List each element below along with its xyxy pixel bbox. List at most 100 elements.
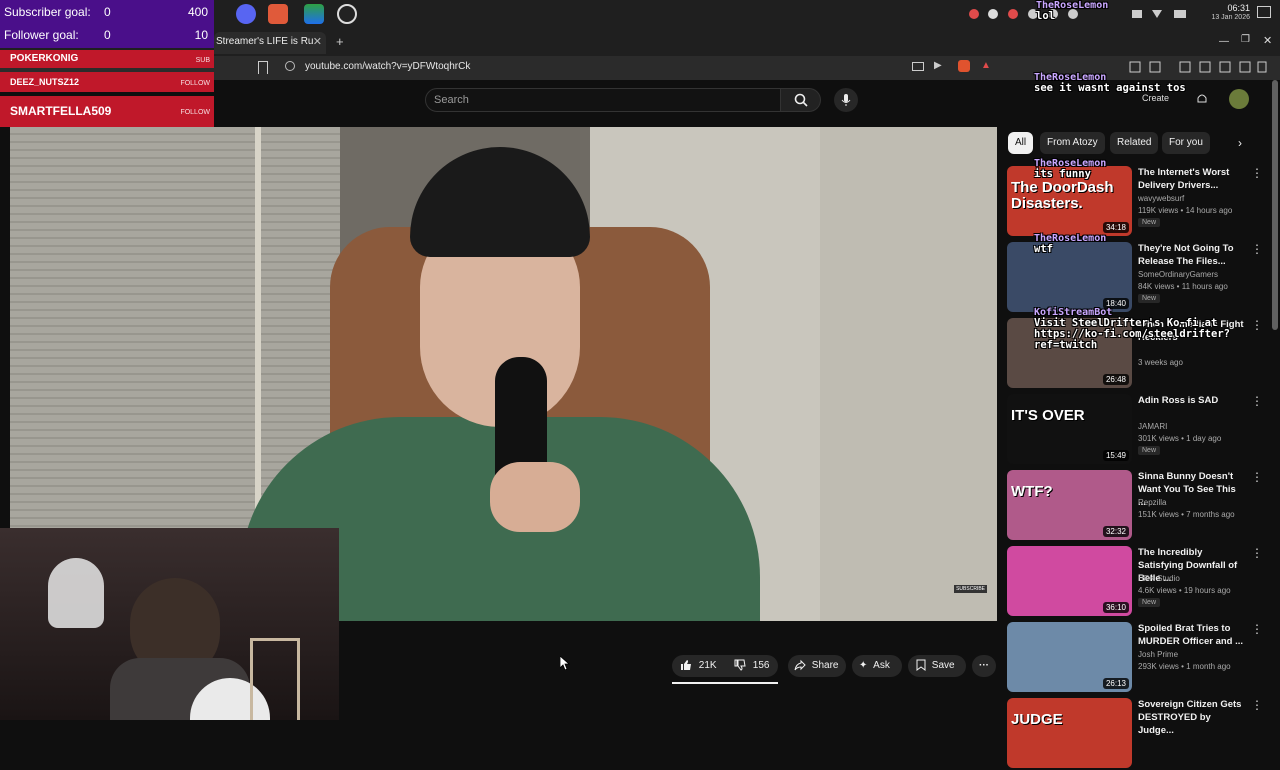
like-dislike-group: 21K 156 <box>672 655 778 677</box>
chip-for-you[interactable]: For you <box>1162 132 1210 154</box>
channel-name[interactable]: Repzilla <box>1138 498 1166 507</box>
goal-target: 400 <box>187 5 208 19</box>
url-field[interactable]: youtube.com/watch?v=yDFWtoqhrCk <box>305 61 470 72</box>
more-vertical-icon[interactable]: ⋮ <box>1251 546 1263 560</box>
search-icon <box>794 93 808 107</box>
maximize-window-icon[interactable]: ❐ <box>1241 34 1250 45</box>
avatar[interactable] <box>1229 89 1249 109</box>
video-meta: 3 weeks ago <box>1138 358 1183 367</box>
channel-name[interactable]: Josh Prime <box>1138 650 1178 659</box>
dislike-button[interactable]: 156 <box>734 655 769 677</box>
minimize-window-icon[interactable]: — <box>1219 36 1229 47</box>
close-tab-icon[interactable]: ✕ <box>313 32 322 52</box>
notification-icon[interactable] <box>1257 6 1271 18</box>
clock-time[interactable]: 06:31 <box>1200 3 1250 13</box>
channel-name[interactable]: HRK Studio <box>1138 574 1180 583</box>
chat-text: Visit SteelDrifter's Ko-fi at https://ko… <box>1034 317 1230 351</box>
chevron-right-icon[interactable]: › <box>1238 136 1242 150</box>
chip-from-atozy[interactable]: From Atozy <box>1040 132 1105 154</box>
video-thumbnail[interactable]: JUDGE <box>1007 698 1132 768</box>
goal-label: Follower goal: <box>4 28 79 42</box>
discord-icon[interactable] <box>236 4 256 24</box>
video-thumbnail[interactable]: WTF? 32:32 <box>1007 470 1132 540</box>
chat-text: its funny <box>1034 168 1091 180</box>
chat-message: TheRoseLemon lol <box>1036 0 1108 22</box>
video-meta: 84K views • 11 hours ago <box>1138 282 1228 291</box>
voice-search-button[interactable] <box>834 88 858 112</box>
chat-text: see it wasnt against tos <box>1034 82 1186 94</box>
browser-tab-active[interactable]: Streamer's LIFE is Ru ✕ <box>214 32 326 54</box>
recommended-video[interactable]: 26:13 Spoiled Brat Tries to MURDER Office… <box>1007 622 1272 694</box>
video-title[interactable]: Sovereign Citizen Gets DESTROYED by Judg… <box>1138 698 1246 737</box>
thumbnail-caption: WTF? <box>1011 483 1053 500</box>
new-badge: New <box>1138 446 1161 455</box>
video-frame-beanie <box>410 147 590 257</box>
new-badge: New <box>1138 598 1161 607</box>
video-subscribe-watermark[interactable]: SUBSCRIBE <box>954 585 987 593</box>
site-info-icon[interactable] <box>285 61 295 71</box>
more-vertical-icon[interactable]: ⋮ <box>1251 622 1263 636</box>
video-thumbnail[interactable]: 26:13 <box>1007 622 1132 692</box>
rewards-icon[interactable]: ▲ <box>981 60 991 71</box>
chat-text: lol <box>1036 10 1055 22</box>
forward-play-icon[interactable]: ▶ <box>934 60 942 71</box>
close-window-icon[interactable]: ✕ <box>1263 34 1272 47</box>
more-vertical-icon[interactable]: ⋮ <box>1251 394 1263 408</box>
recommended-video[interactable]: WTF? 32:32 Sinna Bunny Doesn't Want You To… <box>1007 470 1272 542</box>
new-tab-icon[interactable]: + <box>336 34 344 49</box>
channel-name[interactable]: JAMARI <box>1138 422 1167 431</box>
recommended-video[interactable]: 36:10 The Incredibly Satisfying Downfall … <box>1007 546 1272 618</box>
video-title[interactable]: Spoiled Brat Tries to MURDER Officer and… <box>1138 622 1246 648</box>
video-title[interactable]: Adin Ross is SAD <box>1138 394 1246 407</box>
brave-shield-icon[interactable] <box>958 60 970 72</box>
more-vertical-icon[interactable]: ⋮ <box>1251 166 1263 180</box>
more-vertical-icon[interactable]: ⋮ <box>1251 698 1263 712</box>
video-title[interactable]: The Internet's Worst Delivery Drivers... <box>1138 166 1246 192</box>
share-button[interactable]: Share <box>788 655 846 677</box>
ask-button[interactable]: ✦ Ask <box>852 655 902 677</box>
more-vertical-icon[interactable]: ⋮ <box>1251 242 1263 256</box>
alert-tag: FOLLOW <box>180 80 210 87</box>
obs-icon[interactable] <box>337 4 357 24</box>
search-button[interactable] <box>781 88 821 112</box>
video-frame-wall <box>820 127 997 621</box>
goal-current: 0 <box>104 5 111 19</box>
goal-target: 10 <box>194 28 208 42</box>
streamer-webcam <box>0 528 339 720</box>
layers-app-icon[interactable] <box>304 4 324 24</box>
search-input[interactable]: Search <box>425 88 781 112</box>
create-button[interactable]: Create <box>1142 93 1169 103</box>
like-ratio-bar <box>672 682 778 684</box>
sparkle-icon: ✦ <box>859 660 868 671</box>
goal-label: Subscriber goal: <box>4 5 91 19</box>
save-button[interactable]: Save <box>908 655 966 677</box>
like-button[interactable]: 21K <box>680 655 717 677</box>
notifications-bell-icon[interactable] <box>1196 92 1208 106</box>
sidebar-scrollbar[interactable] <box>1272 80 1278 330</box>
new-badge: New <box>1138 218 1161 227</box>
tab-title: Streamer's LIFE is Ru <box>216 36 314 47</box>
video-duration: 15:49 <box>1102 450 1129 461</box>
video-title[interactable]: They're Not Going To Release The Files..… <box>1138 242 1246 268</box>
tray-status-icons[interactable] <box>1130 7 1190 21</box>
recommended-video[interactable]: IT'S OVER 15:49 Adin Ross is SAD JAMARI 301K… <box>1007 394 1272 466</box>
clock-date[interactable]: 13 Jan 2026 <box>1196 14 1250 21</box>
chat-message: TheRoseLemon wtf <box>1034 233 1106 255</box>
more-actions-button[interactable]: ··· <box>972 655 996 677</box>
more-vertical-icon[interactable]: ⋮ <box>1251 470 1263 484</box>
chip-all[interactable]: All <box>1008 132 1034 154</box>
video-meta: 301K views • 1 day ago <box>1138 434 1222 443</box>
alert-name: POKERKONIG <box>10 53 79 64</box>
video-thumbnail[interactable]: 36:10 <box>1007 546 1132 616</box>
channel-name[interactable]: wavywebsurf <box>1138 194 1184 203</box>
more-vertical-icon[interactable]: ⋮ <box>1251 318 1263 332</box>
chip-related[interactable]: Related <box>1110 132 1159 154</box>
bookmark-icon[interactable] <box>258 61 268 74</box>
cast-icon[interactable] <box>912 62 924 71</box>
brave-browser-icon[interactable] <box>268 4 288 24</box>
video-thumbnail[interactable]: IT'S OVER 15:49 <box>1007 394 1132 464</box>
more-horizontal-icon: ··· <box>979 660 989 671</box>
channel-name[interactable]: SomeOrdinaryGamers <box>1138 270 1218 279</box>
recommended-video[interactable]: JUDGE Sovereign Citizen Gets DESTROYED by… <box>1007 698 1272 770</box>
thumbs-down-icon <box>734 659 746 671</box>
